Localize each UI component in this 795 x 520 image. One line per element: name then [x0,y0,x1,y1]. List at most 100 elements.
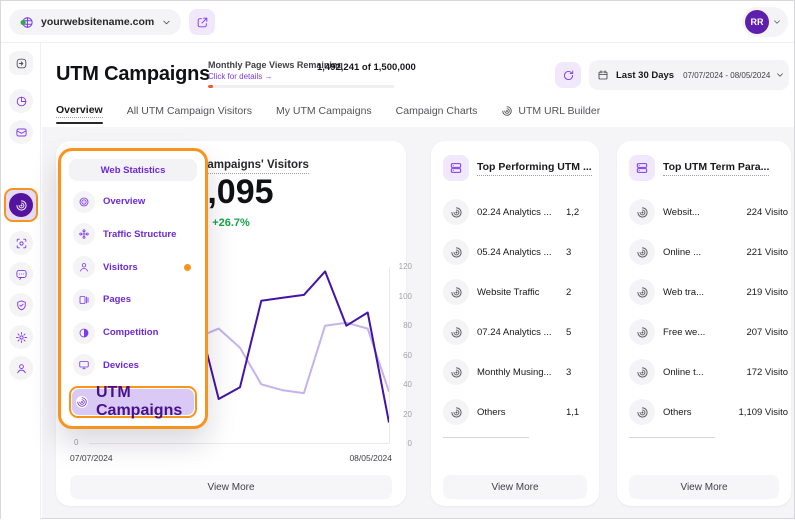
list-item[interactable]: Websit... 224 Visito [629,199,791,225]
date-range-picker[interactable]: Last 30 Days 07/07/2024 - 08/05/2024 [589,60,789,90]
list-item[interactable]: Others 1,109 Visito [629,399,791,425]
menu-item-pages[interactable]: Pages [69,288,197,312]
menu-item-utm-campaigns-active[interactable]: UTM Campaigns [69,386,197,418]
utm-swirl-icon [443,279,469,305]
sidebar-toggle-icon[interactable] [9,51,33,75]
view-more-button[interactable]: View More [70,475,392,499]
view-more-button[interactable]: View More [443,475,587,499]
account-menu[interactable]: RR [742,7,788,37]
tab-overview[interactable]: Overview [56,104,103,118]
menu-item-overview[interactable]: Overview [69,190,197,214]
y-tick-label: 120 [399,262,412,271]
pageviews-value: 1,492,241 of 1,500,000 [317,62,416,73]
utm-swirl-icon [76,396,88,408]
list-item[interactable]: Web tra... 219 Visito [629,279,791,305]
scan-icon[interactable] [9,231,33,255]
utm-swirl-icon [629,199,655,225]
utm-swirl-icon [629,359,655,385]
item-value: 3 [566,367,596,378]
item-label: Monthly Musing... [477,367,558,378]
utm-swirl-icon [443,399,469,425]
list-rows-icon [443,155,469,181]
utm-swirl-icon [629,319,655,345]
item-value: 172 Visito [746,367,788,378]
shield-check-icon[interactable] [9,293,33,317]
chevron-down-icon [161,17,172,28]
notification-dot [184,264,191,271]
list-item[interactable]: 05.24 Analytics ... 3 [443,239,599,265]
list-item[interactable]: 07.24 Analytics ... 5 [443,319,599,345]
tab-campaign-charts[interactable]: Campaign Charts [396,105,478,117]
globe-icon [19,15,34,30]
utm-swirl-icon [443,239,469,265]
top-term-list: Websit... 224 Visito Online ... 221 Visi… [629,199,791,425]
y-tick-label: 20 [403,410,412,419]
network-icon [73,223,95,245]
chart-end-date: 08/05/2024 [349,453,392,463]
top-utm-term-card: Top UTM Term Para... Websit... 224 Visit… [617,141,791,506]
utm-swirl-icon [629,279,655,305]
page-title: UTM Campaigns [56,63,210,86]
chevron-down-icon [775,70,785,80]
top-performing-utm-card: Top Performing UTM ... 02.24 Analytics .… [431,141,599,506]
item-value: 1,1 [566,407,596,418]
utm-campaigns-icon [9,193,33,217]
list-rows-icon [629,155,655,181]
monitor-icon [73,354,95,376]
list-item[interactable]: Monthly Musing... 3 [443,359,599,385]
item-label: Online t... [663,367,738,378]
y-tick-label: 0 [408,439,412,448]
utm-campaigns-dashboard: { "colors": { "accent_purple": "#7C3AED"… [0,0,795,519]
tab-all-utm-campaign-visitors[interactable]: All UTM Campaign Visitors [127,105,252,117]
list-item[interactable]: Online ... 221 Visito [629,239,791,265]
item-value: 219 Visito [746,287,788,298]
utm-swirl-icon [443,199,469,225]
item-value: 1,2 [566,207,596,218]
chart-bottom-axis-line [89,443,390,444]
view-more-button[interactable]: View More [629,475,779,499]
menu-item-devices[interactable]: Devices [69,353,197,377]
list-item[interactable]: Online t... 172 Visito [629,359,791,385]
item-value: 3 [566,247,596,258]
website-selector[interactable]: yourwebsitename.com [9,9,181,35]
list-item[interactable]: Others 1,1 [443,399,599,425]
tab-my-utm-campaigns[interactable]: My UTM Campaigns [276,105,372,117]
tab-utm-url-builder[interactable]: UTM URL Builder [501,105,600,117]
half-circle-icon [73,322,95,344]
menu-item-traffic-structure[interactable]: Traffic Structure [69,222,197,246]
pageviews-progress-fill [208,85,213,88]
date-range-preset: Last 30 Days [616,70,674,81]
item-value: 2 [566,287,596,298]
utm-swirl-icon [443,359,469,385]
list-item[interactable]: Website Traffic 2 [443,279,599,305]
analytics-pie-icon[interactable] [9,89,33,113]
refresh-button[interactable] [555,62,581,88]
active-tab-underline [56,122,103,124]
account-icon[interactable] [9,356,33,380]
item-value: 207 Visito [746,327,788,338]
pageviews-details-link[interactable]: Click for details → [208,72,272,81]
open-external-button[interactable] [189,9,215,35]
item-label: Web tra... [663,287,738,298]
rail-item-utm-campaigns-active[interactable] [4,188,38,222]
menu-item-visitors[interactable]: Visitors [69,255,197,279]
menu-item-competition[interactable]: Competition [69,321,197,345]
calendar-icon [597,69,609,81]
y-tick-label: 80 [403,321,412,330]
topbar: yourwebsitename.com RR [1,1,794,43]
settings-gear-icon[interactable] [9,325,33,349]
target-icon [73,191,95,213]
item-label: Online ... [663,247,738,258]
external-link-icon [196,16,209,29]
item-label: Others [477,407,558,418]
y-tick-label: 40 [403,380,412,389]
chat-icon[interactable] [9,262,33,286]
list-item[interactable]: Free we... 207 Visito [629,319,791,345]
item-value: 1,109 Visito [739,407,788,418]
list-item[interactable]: 02.24 Analytics ... 1,2 [443,199,599,225]
icon-rail [1,43,41,520]
chart-right-axis-line [389,267,390,443]
chevron-down-icon [772,17,782,27]
date-range-value: 07/07/2024 - 08/05/2024 [683,71,770,80]
inbox-icon[interactable] [9,120,33,144]
